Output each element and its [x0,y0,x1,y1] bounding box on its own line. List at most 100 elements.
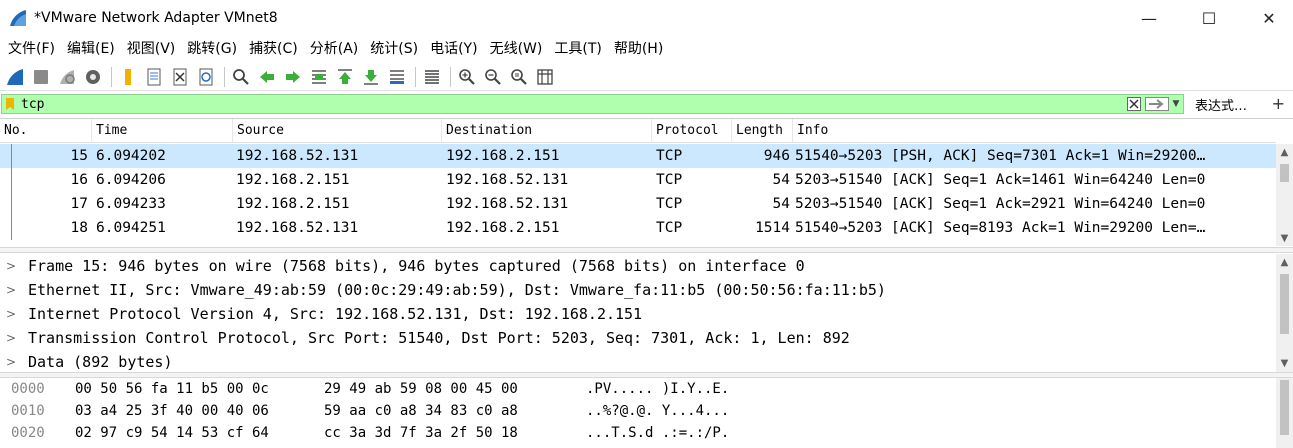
resize-columns-icon[interactable] [533,65,557,89]
column-header-destination[interactable]: Destination [442,119,652,143]
scroll-down-icon[interactable]: ▼ [1276,230,1293,246]
start-capture-icon[interactable] [3,65,27,89]
detail-row-ethernet[interactable]: > Ethernet II, Src: Vmware_49:ab:59 (00:… [0,278,1293,302]
packet-row[interactable]: 18 6.094251 192.168.52.131 192.168.2.151 TCP… [0,216,1276,240]
menu-edit[interactable]: 编辑(E) [61,36,121,62]
column-header-source[interactable]: Source [233,119,442,143]
cell-no: 18 [70,220,88,236]
menu-tools[interactable]: 工具(T) [548,36,607,62]
menu-capture[interactable]: 捕获(C) [243,36,304,62]
reload-file-icon[interactable] [194,65,218,89]
packet-list-scrollbar[interactable]: ▲ ▼ [1276,144,1293,246]
cell-no: 15 [70,148,88,164]
scrollbar-thumb[interactable] [1280,380,1289,435]
clear-filter-icon[interactable] [1127,97,1141,111]
zoom-normal-icon[interactable] [507,65,531,89]
open-file-icon[interactable] [116,65,140,89]
packet-bytes-pane: 0000 00 50 56 fa 11 b5 00 0c 29 49 ab 59… [0,378,1293,448]
bookmark-icon[interactable] [5,97,15,111]
menu-analyze[interactable]: 分析(A) [304,36,365,62]
menu-bar: 文件(F) 编辑(E) 视图(V) 跳转(G) 捕获(C) 分析(A) 统计(S… [0,36,1293,62]
expression-button[interactable]: 表达式… [1195,95,1247,114]
scrollbar-thumb[interactable] [1280,164,1289,182]
scrollbar-thumb[interactable] [1280,274,1289,334]
find-packet-icon[interactable] [229,65,253,89]
capture-options-icon[interactable] [81,65,105,89]
hex-row[interactable]: 0010 03 a4 25 3f 40 00 40 06 59 aa c0 a8… [0,400,1293,422]
detail-row-data[interactable]: > Data (892 bytes) [0,350,1293,372]
apply-filter-icon[interactable] [1145,97,1169,111]
display-filter-box: ▼ [1,94,1184,114]
maximize-icon: ☐ [1201,8,1217,28]
detail-row-tcp[interactable]: > Transmission Control Protocol, Src Por… [0,326,1293,350]
packet-details-pane: > Frame 15: 946 bytes on wire (7568 bits… [0,254,1293,372]
cell-time: 6.094251 [96,220,166,236]
menu-view[interactable]: 视图(V) [121,36,182,62]
go-back-icon[interactable] [255,65,279,89]
column-header-time[interactable]: Time [92,119,233,143]
expand-arrow-icon[interactable]: > [6,326,16,350]
detail-row-ip[interactable]: > Internet Protocol Version 4, Src: 192.… [0,302,1293,326]
menu-wireless[interactable]: 无线(W) [484,36,549,62]
scroll-down-icon[interactable]: ▼ [1276,355,1293,372]
expand-arrow-icon[interactable]: > [6,350,16,372]
hex-bytes: 59 aa c0 a8 34 83 c0 a8 [324,403,518,419]
cell-protocol: TCP [656,220,683,236]
maximize-button[interactable]: ☐ [1185,0,1233,36]
packet-row[interactable]: 17 6.094233 192.168.2.151 192.168.52.131 TCP… [0,192,1276,216]
menu-help[interactable]: 帮助(H) [608,36,669,62]
zoom-out-icon[interactable] [481,65,505,89]
auto-scroll-icon[interactable] [385,65,409,89]
menu-telephony[interactable]: 电话(Y) [424,36,483,62]
scroll-up-icon[interactable]: ▲ [1276,144,1293,161]
expand-arrow-icon[interactable]: > [6,302,16,326]
toolbar-separator [415,66,416,87]
window-title: *VMware Network Adapter VMnet8 [34,10,278,26]
cell-length: 946 [763,148,790,164]
bytes-scrollbar[interactable] [1276,378,1293,448]
column-header-length[interactable]: Length [732,119,793,143]
cell-source: 192.168.52.131 [236,148,359,164]
scroll-up-icon[interactable]: ▲ [1276,254,1293,271]
cell-length: 54 [772,196,790,212]
packet-row[interactable]: 15 6.094202 192.168.52.131 192.168.2.151 TCP… [0,144,1276,168]
cell-destination: 192.168.52.131 [446,196,569,212]
menu-file[interactable]: 文件(F) [2,36,61,62]
expand-arrow-icon[interactable]: > [6,254,16,278]
column-header-protocol[interactable]: Protocol [652,119,732,143]
detail-row-frame[interactable]: > Frame 15: 946 bytes on wire (7568 bits… [0,254,1293,278]
close-file-icon[interactable] [168,65,192,89]
hex-ascii: ...T.S.d .:=.:/P. [586,425,730,441]
menu-statistics[interactable]: 统计(S) [364,36,424,62]
hex-bytes: 02 97 c9 54 14 53 cf 64 [75,425,269,441]
go-forward-icon[interactable] [281,65,305,89]
display-filter-input[interactable] [21,96,1081,112]
cell-source: 192.168.2.151 [236,172,350,188]
detail-text: Data (892 bytes) [28,353,173,371]
details-scrollbar[interactable]: ▲ ▼ [1276,254,1293,372]
go-last-icon[interactable] [359,65,383,89]
save-file-icon[interactable] [142,65,166,89]
hex-bytes: 03 a4 25 3f 40 00 40 06 [75,403,269,419]
pane-splitter[interactable] [0,247,1293,253]
cell-info: 51540→5203 [ACK] Seq=8193 Ack=1 Win=2920… [795,220,1206,236]
close-button[interactable]: ✕ [1245,0,1293,36]
hex-row[interactable]: 0020 02 97 c9 54 14 53 cf 64 cc 3a 3d 7f… [0,422,1293,444]
hex-row[interactable]: 0000 00 50 56 fa 11 b5 00 0c 29 49 ab 59… [0,378,1293,400]
zoom-in-icon[interactable] [455,65,479,89]
hex-bytes: cc 3a 3d 7f 3a 2f 50 18 [324,425,518,441]
packet-row[interactable]: 16 6.094206 192.168.2.151 192.168.52.131 TCP… [0,168,1276,192]
minimize-button[interactable]: — [1125,0,1173,36]
column-header-no[interactable]: No. [0,119,92,143]
go-to-packet-icon[interactable] [307,65,331,89]
add-filter-button[interactable]: + [1272,94,1285,113]
column-header-info[interactable]: Info [793,119,1276,143]
restart-capture-icon[interactable] [55,65,79,89]
cell-destination: 192.168.52.131 [446,172,569,188]
filter-history-dropdown[interactable]: ▼ [1171,96,1181,112]
expand-arrow-icon[interactable]: > [6,278,16,302]
menu-go[interactable]: 跳转(G) [181,36,243,62]
colorize-icon[interactable] [420,65,444,89]
stop-capture-icon[interactable] [29,65,53,89]
go-first-icon[interactable] [333,65,357,89]
